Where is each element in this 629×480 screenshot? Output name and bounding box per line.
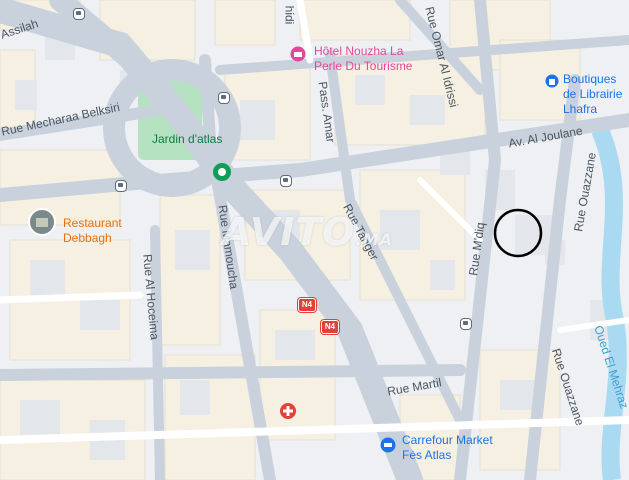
bus-stop-icon[interactable] [280,175,292,187]
avito-watermark: AVITO.MA [222,210,393,254]
poi-carrefour-label: Carrefour Market Fès Atlas [402,433,493,462]
poi-hotel-label: Hôtel Nouzha La Perle Du Tourisme [314,44,413,73]
route-shield-n4: N4 [321,320,339,334]
street-label-hidi: hidi [282,5,297,25]
watermark-suffix: .MA [355,230,393,249]
restaurant-icon [28,208,56,236]
watermark-brand: AVITO [222,210,356,254]
hospital-icon[interactable] [279,402,297,420]
bus-stop-icon[interactable] [73,8,85,20]
poi-restaurant-label: Restaurant Debbagh [63,216,122,245]
bus-stop-icon[interactable] [460,318,472,330]
shopping-cart-icon [380,437,396,453]
poi-boutiques-label: Boutiques de Librairie Lhafra [563,72,623,116]
hotel-icon [290,46,306,62]
route-shield-n4: N4 [298,298,316,312]
park-icon[interactable] [212,162,232,182]
bus-stop-icon[interactable] [115,180,127,192]
poi-jardin-label[interactable]: Jardin d'atlas [152,132,222,147]
map-view[interactable]: Assilah hidi Rue Mecharaa Belksiri Rue O… [0,0,629,480]
bus-stop-icon[interactable] [218,92,230,104]
shopping-bag-icon [545,74,559,88]
